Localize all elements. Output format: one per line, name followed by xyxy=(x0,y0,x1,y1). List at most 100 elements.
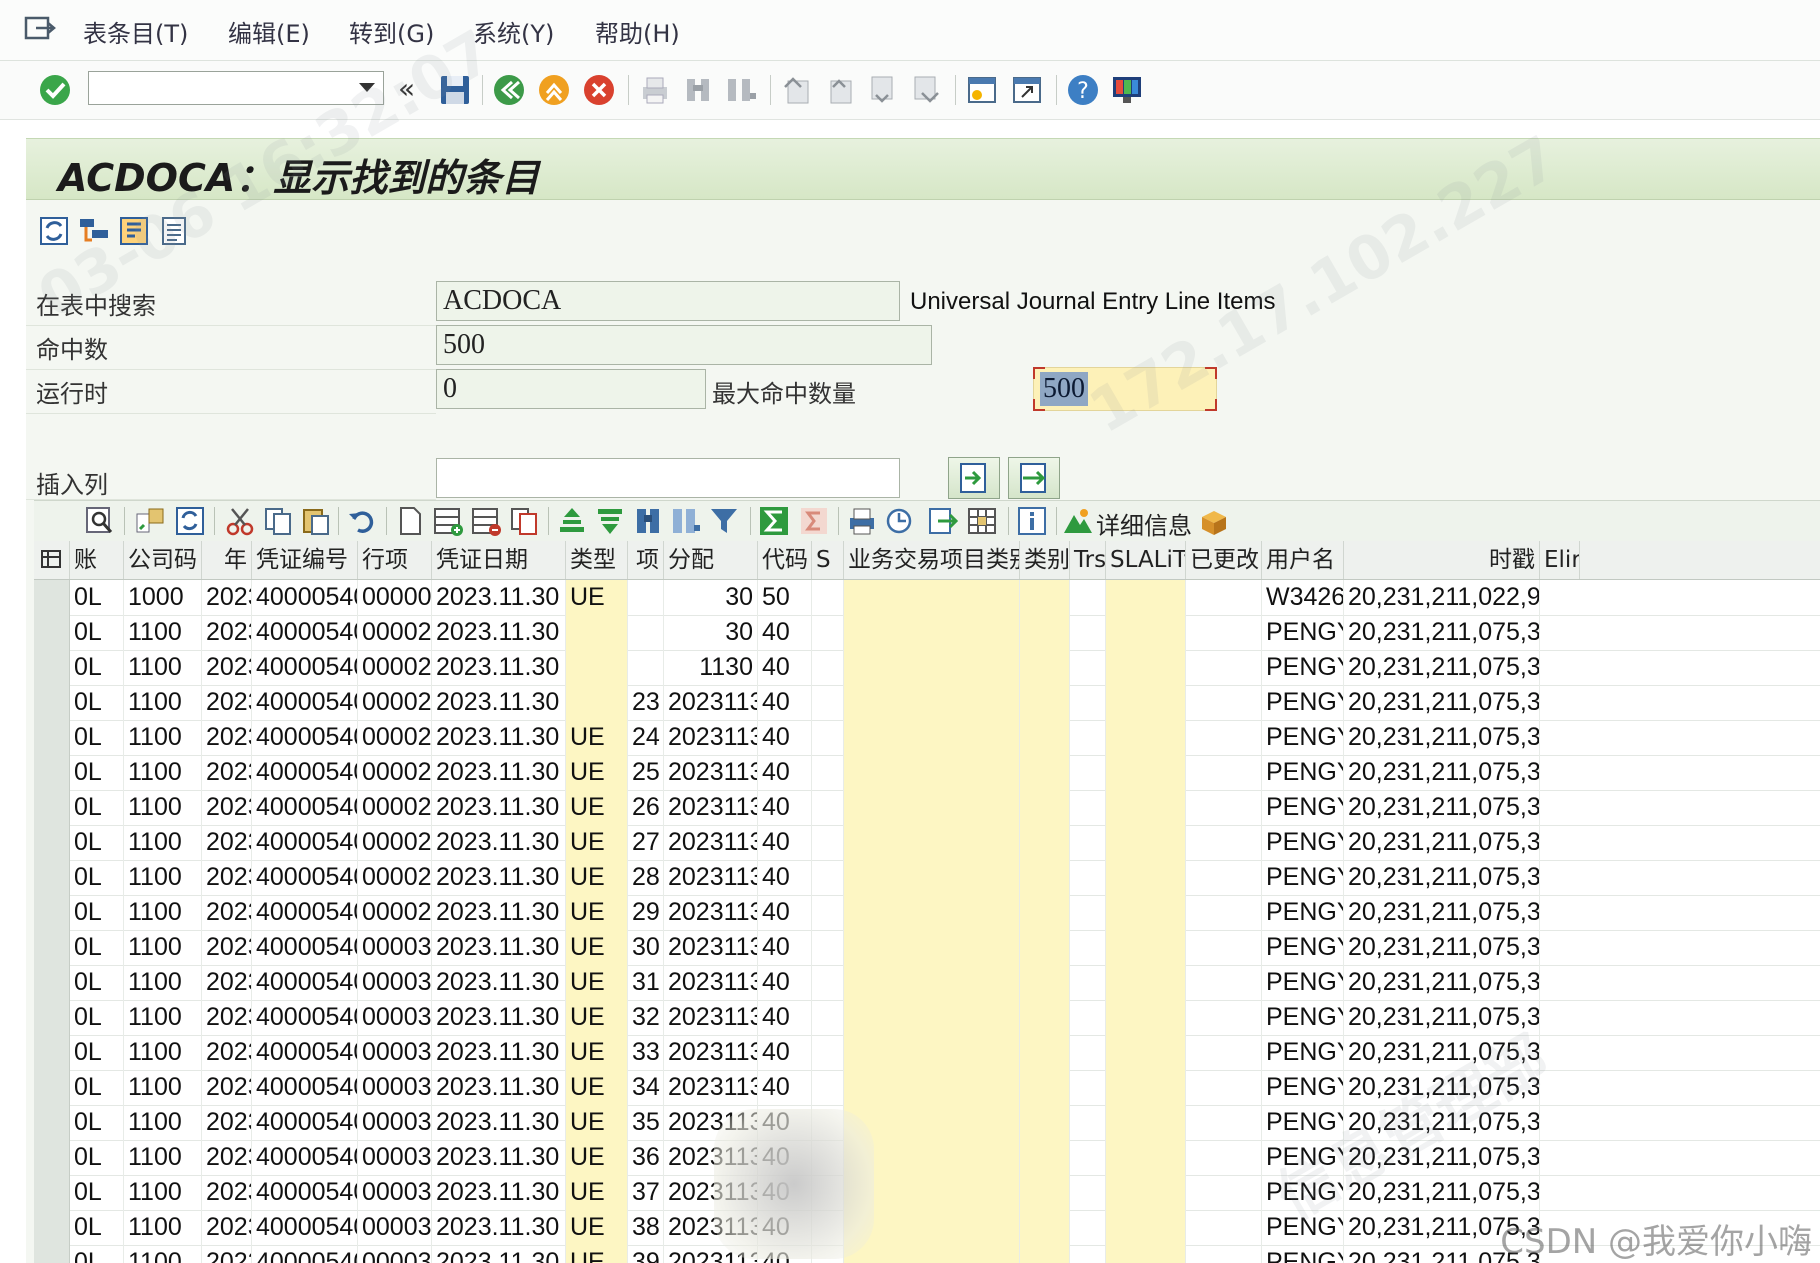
list-icon[interactable] xyxy=(158,214,190,248)
table-row[interactable]: 0L100020234000054060000022023.11.30UE 305… xyxy=(34,580,1820,616)
select-layout-icon[interactable] xyxy=(118,214,150,248)
refresh-icon[interactable] xyxy=(38,214,70,248)
total-sigma-icon[interactable] xyxy=(758,505,790,537)
col-header-trs[interactable]: Trs xyxy=(1070,541,1106,579)
col-header-timestamp[interactable]: 时戳 xyxy=(1344,541,1540,579)
col-header-document-date[interactable]: 凭证日期 xyxy=(432,541,566,579)
help-icon[interactable]: ? xyxy=(1066,73,1100,107)
row-selector[interactable] xyxy=(34,860,70,895)
col-header-slality[interactable]: SLALiTy xyxy=(1106,541,1186,579)
row-selector[interactable] xyxy=(34,580,70,615)
next-page-icon[interactable] xyxy=(866,73,900,107)
subtotal-icon[interactable] xyxy=(798,505,830,537)
table-row[interactable]: 0L110020234000054060000362023.11.30UE36 2… xyxy=(34,1140,1820,1176)
menu-item-goto[interactable]: 转到(G) xyxy=(349,14,434,49)
cut-icon[interactable] xyxy=(224,505,256,537)
table-row[interactable]: 0L110020234000054060000352023.11.30UE35 2… xyxy=(34,1105,1820,1141)
col-header-category[interactable]: 类别 xyxy=(1020,541,1070,579)
row-selector[interactable] xyxy=(34,650,70,685)
sort-descending-icon[interactable] xyxy=(594,505,626,537)
change-layout-icon[interactable] xyxy=(966,505,998,537)
insert-column-button[interactable] xyxy=(948,457,1000,499)
menu-item-system[interactable]: 系统(Y) xyxy=(473,14,554,49)
row-selector[interactable] xyxy=(34,1140,70,1175)
check-table-icon[interactable] xyxy=(78,214,110,248)
table-row[interactable]: 0L110020234000054060000262023.11.30UE262… xyxy=(34,790,1820,826)
row-selector[interactable] xyxy=(34,1175,70,1210)
row-selector[interactable] xyxy=(34,965,70,1000)
print-preview-icon[interactable] xyxy=(846,505,878,537)
max-hits-field[interactable]: 500 xyxy=(1033,367,1217,411)
col-header-business-transaction-category[interactable]: 业务交易项目类别 xyxy=(844,541,1020,579)
table-row[interactable]: 0L110020234000054060000322023.11.30UE322… xyxy=(34,1000,1820,1036)
col-header-posting-key[interactable]: 代码 xyxy=(758,541,812,579)
row-selector[interactable] xyxy=(34,615,70,650)
box-open-icon[interactable] xyxy=(1198,505,1230,537)
table-row[interactable]: 0L110020234000054060000332023.11.30UE332… xyxy=(34,1035,1820,1071)
check-entries-icon[interactable] xyxy=(134,505,166,537)
col-header-year[interactable]: 年 xyxy=(202,541,252,579)
col-header-document-number[interactable]: 凭证编号 xyxy=(252,541,358,579)
paste-icon[interactable] xyxy=(300,505,332,537)
row-selector[interactable] xyxy=(34,685,70,720)
collapse-chevrons-icon[interactable]: « xyxy=(398,73,432,107)
row-selector[interactable] xyxy=(34,1210,70,1245)
row-selector[interactable] xyxy=(34,755,70,790)
col-header-changed[interactable]: 已更改 xyxy=(1186,541,1262,579)
table-row[interactable]: 0L110020234000054060000242023.11.30UE242… xyxy=(34,720,1820,756)
find-icon[interactable] xyxy=(681,73,715,107)
col-header-type[interactable]: 类型 xyxy=(566,541,628,579)
row-selector[interactable] xyxy=(34,1000,70,1035)
col-header-company-code[interactable]: 公司码 xyxy=(124,541,202,579)
row-selector[interactable] xyxy=(34,1245,70,1263)
row-selector[interactable] xyxy=(34,1105,70,1140)
chevron-down-icon[interactable] xyxy=(359,83,375,92)
last-page-icon[interactable] xyxy=(909,73,943,107)
col-header-s[interactable]: S xyxy=(812,541,844,579)
duplicate-row-icon[interactable] xyxy=(508,505,540,537)
table-row[interactable]: 0L110020234000054060000312023.11.30UE312… xyxy=(34,965,1820,1001)
table-row[interactable]: 0L110020234000054060000252023.11.30UE252… xyxy=(34,755,1820,791)
insert-row-icon[interactable] xyxy=(432,505,464,537)
details-magnifier-icon[interactable] xyxy=(84,505,116,537)
filter-icon[interactable] xyxy=(708,505,740,537)
sort-ascending-icon[interactable] xyxy=(556,505,588,537)
table-row[interactable]: 0L110020234000054060000292023.11.30UE292… xyxy=(34,895,1820,931)
command-field[interactable] xyxy=(88,71,384,105)
table-row[interactable]: 0L110020234000054060000232023.11.30 23202… xyxy=(34,685,1820,721)
table-row[interactable]: 0L110020234000054060000272023.11.30UE272… xyxy=(34,825,1820,861)
undo-icon[interactable] xyxy=(346,505,378,537)
enter-check-icon[interactable] xyxy=(38,73,72,107)
select-all-icon[interactable] xyxy=(34,541,70,579)
table-row[interactable]: 0L110020234000054060000212023.11.30 3040 P… xyxy=(34,615,1820,651)
search-table-field[interactable]: ACDOCA xyxy=(436,281,900,321)
col-header-elim[interactable]: Elir xyxy=(1540,541,1580,579)
cancel-icon[interactable] xyxy=(582,73,616,107)
insert-column-field[interactable] xyxy=(436,458,900,498)
exit-menu-icon[interactable] xyxy=(24,14,56,42)
exit-icon[interactable] xyxy=(537,73,571,107)
save-icon[interactable] xyxy=(438,73,472,107)
col-header-ledger[interactable]: 账 xyxy=(70,541,124,579)
delete-row-icon[interactable] xyxy=(470,505,502,537)
detail-info-button[interactable]: 详细信息 xyxy=(1096,506,1192,541)
find-next-grid-icon[interactable] xyxy=(670,505,702,537)
information-icon[interactable] xyxy=(1016,505,1048,537)
first-page-icon[interactable] xyxy=(780,73,814,107)
row-selector[interactable] xyxy=(34,1035,70,1070)
new-row-icon[interactable] xyxy=(394,505,426,537)
new-session-icon[interactable] xyxy=(965,73,999,107)
export-icon[interactable] xyxy=(926,505,958,537)
row-selector[interactable] xyxy=(34,1070,70,1105)
copy-icon[interactable] xyxy=(262,505,294,537)
row-selector[interactable] xyxy=(34,825,70,860)
table-row[interactable]: 0L110020234000054060000222023.11.30 11304… xyxy=(34,650,1820,686)
shortcut-icon[interactable] xyxy=(1010,73,1044,107)
row-selector[interactable] xyxy=(34,790,70,825)
menu-item-table-entry[interactable]: 表条目(T) xyxy=(83,14,188,49)
table-row[interactable]: 0L110020234000054060000302023.11.30UE302… xyxy=(34,930,1820,966)
menu-item-help[interactable]: 帮助(H) xyxy=(595,14,680,49)
row-selector[interactable] xyxy=(34,720,70,755)
find-grid-icon[interactable] xyxy=(632,505,664,537)
row-selector[interactable] xyxy=(34,895,70,930)
